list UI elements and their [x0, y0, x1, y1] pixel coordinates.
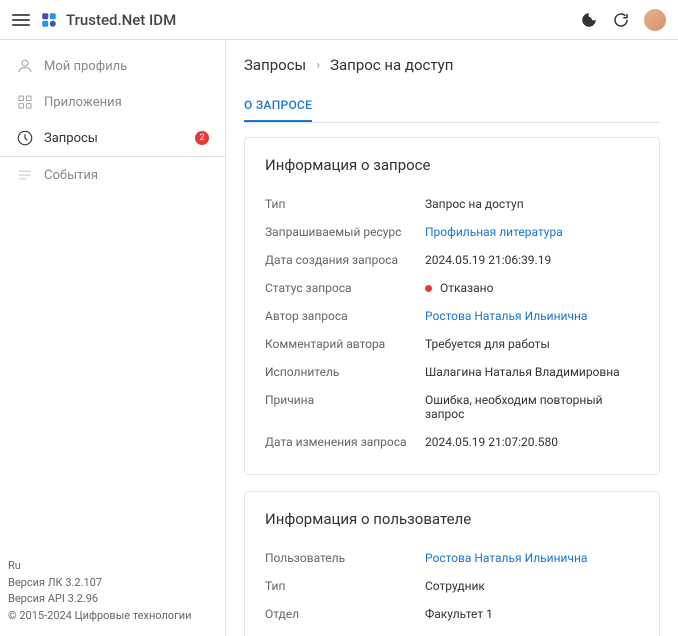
menu-icon[interactable]	[12, 11, 30, 29]
history-icon	[16, 129, 34, 147]
sidebar-item-profile[interactable]: Мой профиль	[0, 48, 225, 84]
row-position: Должность	[265, 628, 639, 636]
sidebar-item-label: События	[44, 168, 98, 183]
chevron-right-icon: ›	[316, 58, 320, 73]
main-content: Запросы › Запрос на доступ О ЗАПРОСЕ Инф…	[226, 40, 678, 636]
footer-lk-version: Версия ЛК 3.2.107	[8, 575, 217, 592]
breadcrumb: Запросы › Запрос на доступ	[244, 56, 660, 74]
tabs: О ЗАПРОСЕ	[244, 90, 660, 123]
user-link[interactable]: Ростова Наталья Ильинична	[425, 551, 587, 565]
logo-icon	[40, 11, 58, 29]
topbar: Trusted.Net IDM	[0, 0, 678, 40]
sidebar-item-label: Мой профиль	[44, 59, 127, 74]
user-info-card: Информация о пользователе ПользовательРо…	[244, 491, 660, 636]
sidebar-item-apps[interactable]: Приложения	[0, 84, 225, 120]
list-icon	[16, 166, 34, 184]
row-created: Дата создания запроса2024.05.19 21:06:39…	[265, 246, 639, 274]
badge-count: 2	[195, 131, 209, 145]
breadcrumb-root[interactable]: Запросы	[244, 56, 306, 74]
sidebar: Мой профиль Приложения Запросы 2 События…	[0, 40, 226, 636]
topbar-actions	[580, 9, 666, 31]
sidebar-item-label: Запросы	[44, 131, 98, 146]
sidebar-item-requests[interactable]: Запросы 2	[0, 120, 225, 157]
app-title: Trusted.Net IDM	[66, 11, 580, 29]
row-type: ТипЗапрос на доступ	[265, 190, 639, 218]
sidebar-item-label: Приложения	[44, 95, 122, 110]
request-info-card: Информация о запросе ТипЗапрос на доступ…	[244, 137, 660, 475]
reload-icon[interactable]	[612, 11, 630, 29]
tab-about[interactable]: О ЗАПРОСЕ	[244, 90, 312, 122]
resource-link[interactable]: Профильная литература	[425, 225, 563, 239]
author-link[interactable]: Ростова Наталья Ильинична	[425, 309, 587, 323]
footer-api-version: Версия API 3.2.96	[8, 591, 217, 608]
row-reason: ПричинаОшибка, необходим повторный запро…	[265, 386, 639, 428]
breadcrumb-current: Запрос на доступ	[330, 56, 453, 74]
row-resource: Запрашиваемый ресурсПрофильная литератур…	[265, 218, 639, 246]
sidebar-item-events[interactable]: События	[0, 157, 225, 193]
row-dept: ОтделФакультет 1	[265, 600, 639, 628]
row-status: Статус запросаОтказано	[265, 274, 639, 302]
status-dot-icon	[425, 285, 432, 292]
avatar[interactable]	[644, 9, 666, 31]
card-title: Информация о запросе	[265, 156, 639, 174]
sidebar-footer: Ru Версия ЛК 3.2.107 Версия API 3.2.96 ©…	[0, 548, 225, 636]
theme-toggle-icon[interactable]	[580, 11, 598, 29]
row-executor: ИсполнительШалагина Наталья Владимировна	[265, 358, 639, 386]
apps-icon	[16, 93, 34, 111]
footer-copyright: © 2015-2024 Цифровые технологии	[8, 608, 217, 625]
row-user-type: ТипСотрудник	[265, 572, 639, 600]
row-user: ПользовательРостова Наталья Ильинична	[265, 544, 639, 572]
row-comment: Комментарий автораТребуется для работы	[265, 330, 639, 358]
user-icon	[16, 57, 34, 75]
footer-lang: Ru	[8, 558, 217, 575]
row-modified: Дата изменения запроса2024.05.19 21:07:2…	[265, 428, 639, 456]
row-author: Автор запросаРостова Наталья Ильинична	[265, 302, 639, 330]
card-title: Информация о пользователе	[265, 510, 639, 528]
